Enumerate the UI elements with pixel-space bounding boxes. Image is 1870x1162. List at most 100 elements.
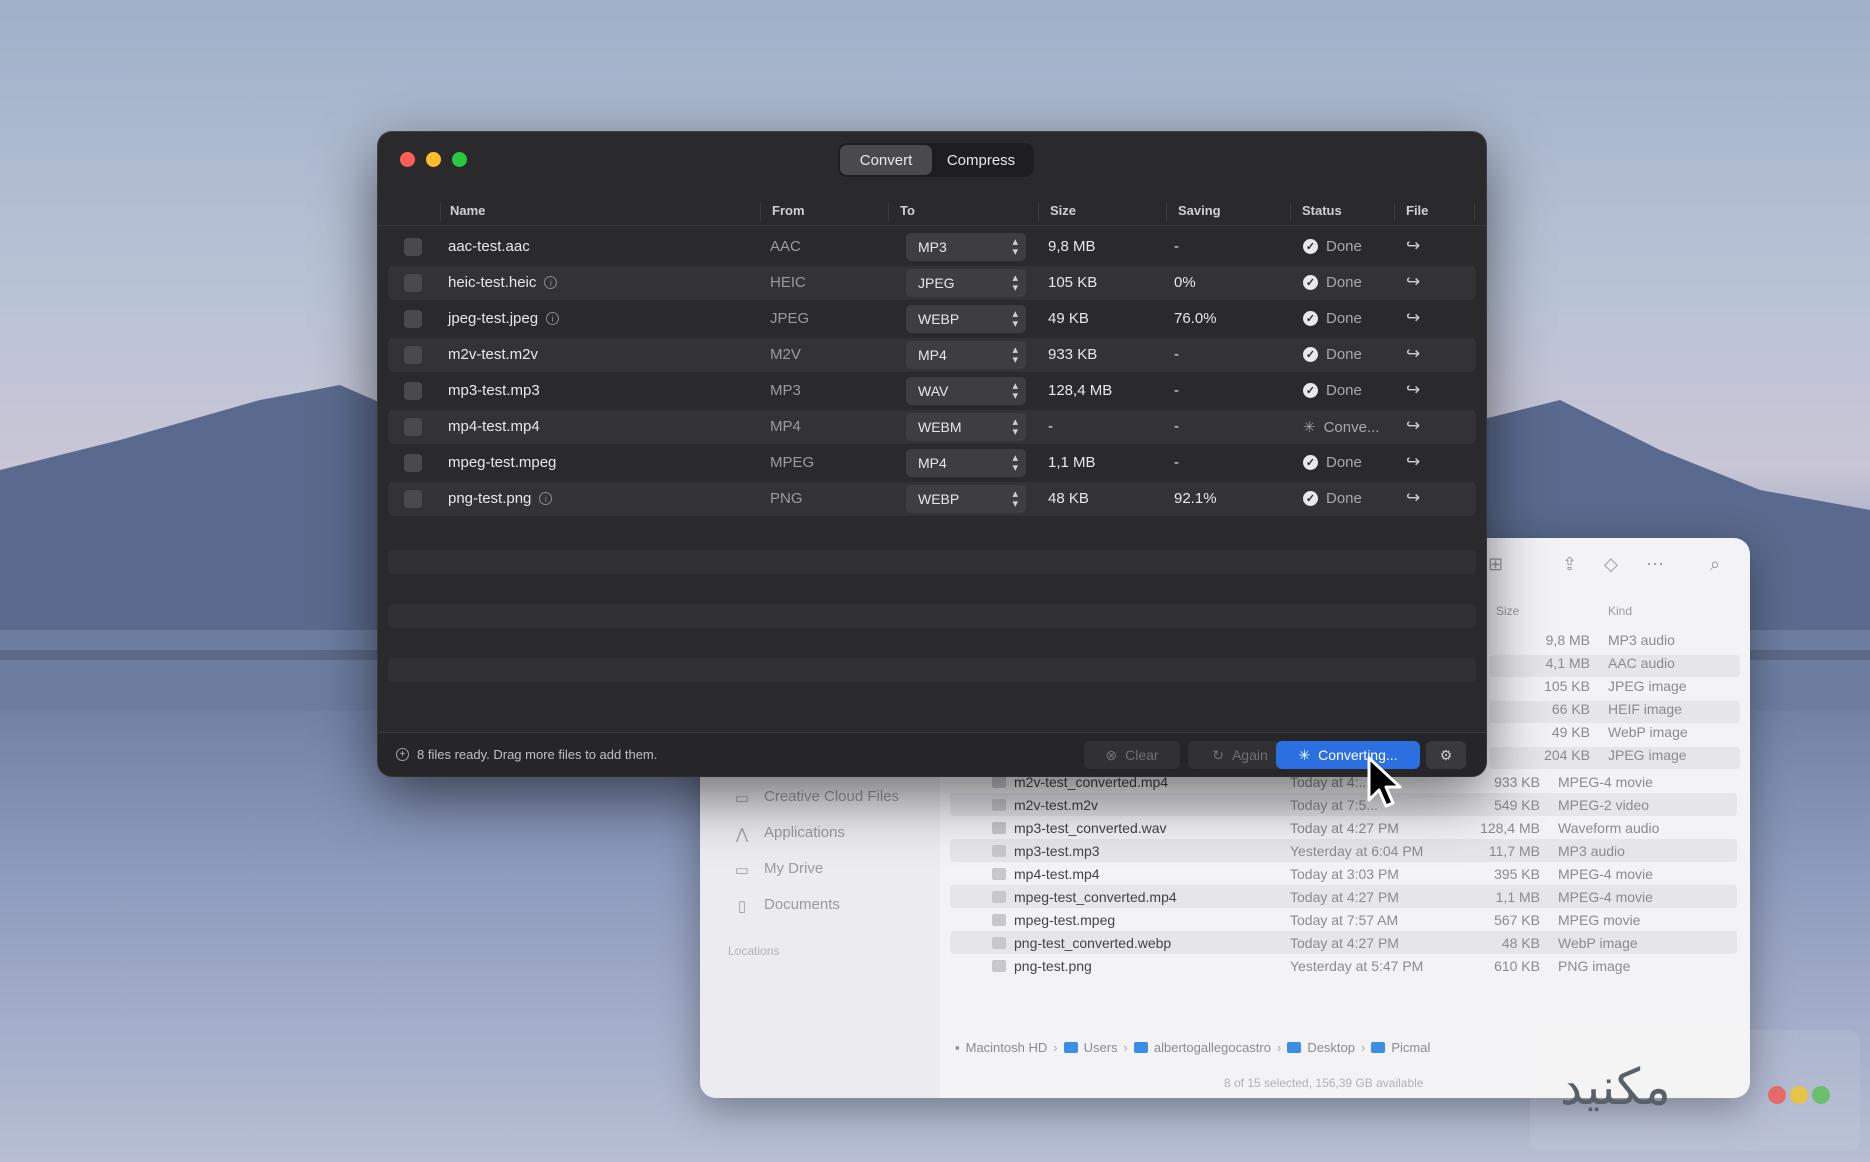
finder-row[interactable]: 204 KB JPEG image xyxy=(1490,747,1740,769)
minimize-window-button[interactable] xyxy=(426,152,441,167)
finder-row[interactable]: m2v-test.m2v Today at 7:5... 549 KB MPEG… xyxy=(950,793,1737,816)
table-row[interactable]: jpeg-test.jpeg i JPEG WEBP ▴ ▾ 49 KB 76.0% … xyxy=(388,302,1476,336)
saving-value: 0% xyxy=(1174,274,1196,291)
column-divider xyxy=(1394,203,1395,221)
to-format-select[interactable]: MP3 ▴ ▾ xyxy=(906,233,1026,261)
share-arrow-icon[interactable]: ↪ xyxy=(1406,308,1420,328)
title-bar[interactable]: Convert Compress xyxy=(378,132,1486,184)
finder-column-size[interactable]: Size xyxy=(1496,604,1519,618)
finder-row[interactable]: 4,1 MB AAC audio xyxy=(1490,655,1740,677)
share-arrow-icon[interactable]: ↪ xyxy=(1406,236,1420,256)
to-format-select[interactable]: WEBP ▴ ▾ xyxy=(906,485,1026,513)
column-header-saving[interactable]: Saving xyxy=(1178,203,1221,218)
tag-icon[interactable]: ◇ xyxy=(1604,554,1618,575)
finder-sidebar-item-creative-cloud[interactable]: ▭ Creative Cloud Files xyxy=(732,788,899,807)
chevron-updown-icon: ▴ ▾ xyxy=(1012,416,1018,438)
saving-value: - xyxy=(1174,382,1179,399)
row-checkbox[interactable] xyxy=(404,490,422,508)
to-format-select[interactable]: MP4 ▴ ▾ xyxy=(906,449,1026,477)
row-checkbox[interactable] xyxy=(404,310,422,328)
to-format-select[interactable]: WEBP ▴ ▾ xyxy=(906,305,1026,333)
share-arrow-icon[interactable]: ↪ xyxy=(1406,416,1420,436)
finder-sidebar-item-my-drive[interactable]: ▭ My Drive xyxy=(732,860,823,879)
checkmark-circle-icon: ✓ xyxy=(1303,383,1318,398)
to-format-select[interactable]: JPEG ▴ ▾ xyxy=(906,269,1026,297)
info-icon[interactable]: i xyxy=(546,312,560,325)
path-item[interactable]: Desktop xyxy=(1307,1040,1355,1055)
from-format: MP4 xyxy=(770,418,801,435)
row-checkbox[interactable] xyxy=(404,382,422,400)
finder-file-size: 549 KB xyxy=(1494,796,1540,813)
view-options-icon[interactable]: ⊞ xyxy=(1488,554,1503,575)
finder-path-bar: ▪ Macintosh HD › Users › albertogallegoc… xyxy=(955,1040,1430,1055)
to-format-select[interactable]: WAV ▴ ▾ xyxy=(906,377,1026,405)
table-row[interactable]: heic-test.heic i HEIC JPEG ▴ ▾ 105 KB 0% ✓ D… xyxy=(388,266,1476,300)
column-divider xyxy=(440,203,441,221)
finder-file-size: 128,4 MB xyxy=(1480,819,1540,836)
finder-sidebar-item-applications[interactable]: ⋀ Applications xyxy=(732,824,845,843)
share-arrow-icon[interactable]: ↪ xyxy=(1406,452,1420,472)
share-arrow-icon[interactable]: ↪ xyxy=(1406,488,1420,508)
path-item[interactable]: albertogallegocastro xyxy=(1154,1040,1271,1055)
table-row[interactable]: mp3-test.mp3 MP3 WAV ▴ ▾ 128,4 MB - ✓ Done … xyxy=(388,374,1476,408)
finder-row[interactable]: 105 KB JPEG image xyxy=(1490,678,1740,700)
status: ✳ Conve... xyxy=(1303,418,1379,437)
to-format-select[interactable]: WEBM ▴ ▾ xyxy=(906,413,1026,441)
table-row[interactable]: png-test.png i PNG WEBP ▴ ▾ 48 KB 92.1% ✓ Do… xyxy=(388,482,1476,516)
close-window-button[interactable] xyxy=(400,152,415,167)
column-header-size[interactable]: Size xyxy=(1050,203,1076,218)
finder-row[interactable]: mpeg-test_converted.mp4 Today at 4:27 PM… xyxy=(950,885,1737,908)
finder-row[interactable]: 66 KB HEIF image xyxy=(1490,701,1740,723)
info-icon[interactable]: i xyxy=(539,492,553,505)
tab-convert[interactable]: Convert xyxy=(840,145,932,175)
to-format-select[interactable]: MP4 ▴ ▾ xyxy=(906,341,1026,369)
column-header-status[interactable]: Status xyxy=(1302,203,1342,218)
path-item[interactable]: Picmal xyxy=(1391,1040,1430,1055)
file-thumbnail-icon xyxy=(992,913,1006,926)
file-thumbnail-icon xyxy=(992,936,1006,949)
table-row[interactable]: m2v-test.m2v M2V MP4 ▴ ▾ 933 KB - ✓ Done ↪ xyxy=(388,338,1476,372)
row-checkbox[interactable] xyxy=(404,238,422,256)
finder-row[interactable]: mp3-test_converted.wav Today at 4:27 PM … xyxy=(950,816,1737,839)
finder-sidebar-item-documents[interactable]: ▯ Documents xyxy=(732,896,840,915)
zoom-window-button[interactable] xyxy=(452,152,467,167)
finder-row[interactable]: png-test_converted.webp Today at 4:27 PM… xyxy=(950,931,1737,954)
finder-row[interactable]: mp4-test.mp4 Today at 3:03 PM 395 KB MPE… xyxy=(950,862,1737,885)
chevron-right-icon: › xyxy=(1123,1040,1128,1055)
finder-column-kind[interactable]: Kind xyxy=(1608,604,1632,618)
share-arrow-icon[interactable]: ↪ xyxy=(1406,380,1420,400)
finder-sidebar-label: Applications xyxy=(764,824,845,841)
finder-row[interactable]: 49 KB WebP image xyxy=(1490,724,1740,746)
file-name: mpeg-test.mpeg xyxy=(448,454,557,471)
finder-file-kind: MPEG-4 movie xyxy=(1558,773,1653,790)
settings-button[interactable]: ⚙ xyxy=(1426,741,1466,769)
path-item[interactable]: Users xyxy=(1084,1040,1118,1055)
clear-button[interactable]: ⊗ Clear xyxy=(1084,741,1180,769)
table-row[interactable]: aac-test.aac AAC MP3 ▴ ▾ 9,8 MB - ✓ Done ↪ xyxy=(388,230,1476,264)
info-icon[interactable]: i xyxy=(544,276,558,289)
row-checkbox[interactable] xyxy=(404,274,422,292)
column-header-to[interactable]: To xyxy=(900,203,915,218)
finder-row[interactable]: mpeg-test.mpeg Today at 7:57 AM 567 KB M… xyxy=(950,908,1737,931)
row-checkbox[interactable] xyxy=(404,346,422,364)
tab-compress[interactable]: Compress xyxy=(932,145,1030,175)
column-header-file[interactable]: File xyxy=(1406,203,1428,218)
row-checkbox[interactable] xyxy=(404,418,422,436)
column-header-from[interactable]: From xyxy=(772,203,805,218)
checkmark-circle-icon: ✓ xyxy=(1303,275,1318,290)
table-row[interactable]: mpeg-test.mpeg MPEG MP4 ▴ ▾ 1,1 MB - ✓ Done… xyxy=(388,446,1476,480)
search-icon[interactable]: ⌕ xyxy=(1710,554,1720,575)
table-row[interactable]: mp4-test.mp4 MP4 WEBM ▴ ▾ - - ✳ Conve... ↪ xyxy=(388,410,1476,444)
finder-row[interactable]: 9,8 MB MP3 audio xyxy=(1490,632,1740,654)
share-icon[interactable]: ⇪ xyxy=(1562,554,1577,575)
gear-icon: ⚙ xyxy=(1439,746,1453,763)
converter-window[interactable]: Convert Compress Name From To Size Savin… xyxy=(378,132,1486,776)
share-arrow-icon[interactable]: ↪ xyxy=(1406,272,1420,292)
column-header-name[interactable]: Name xyxy=(450,203,485,218)
finder-row[interactable]: png-test.png Yesterday at 5:47 PM 610 KB… xyxy=(950,954,1737,977)
more-icon[interactable]: ⋯ xyxy=(1646,554,1664,575)
row-checkbox[interactable] xyxy=(404,454,422,472)
path-item[interactable]: Macintosh HD xyxy=(966,1040,1048,1055)
share-arrow-icon[interactable]: ↪ xyxy=(1406,344,1420,364)
finder-row[interactable]: mp3-test.mp3 Yesterday at 6:04 PM 11,7 M… xyxy=(950,839,1737,862)
